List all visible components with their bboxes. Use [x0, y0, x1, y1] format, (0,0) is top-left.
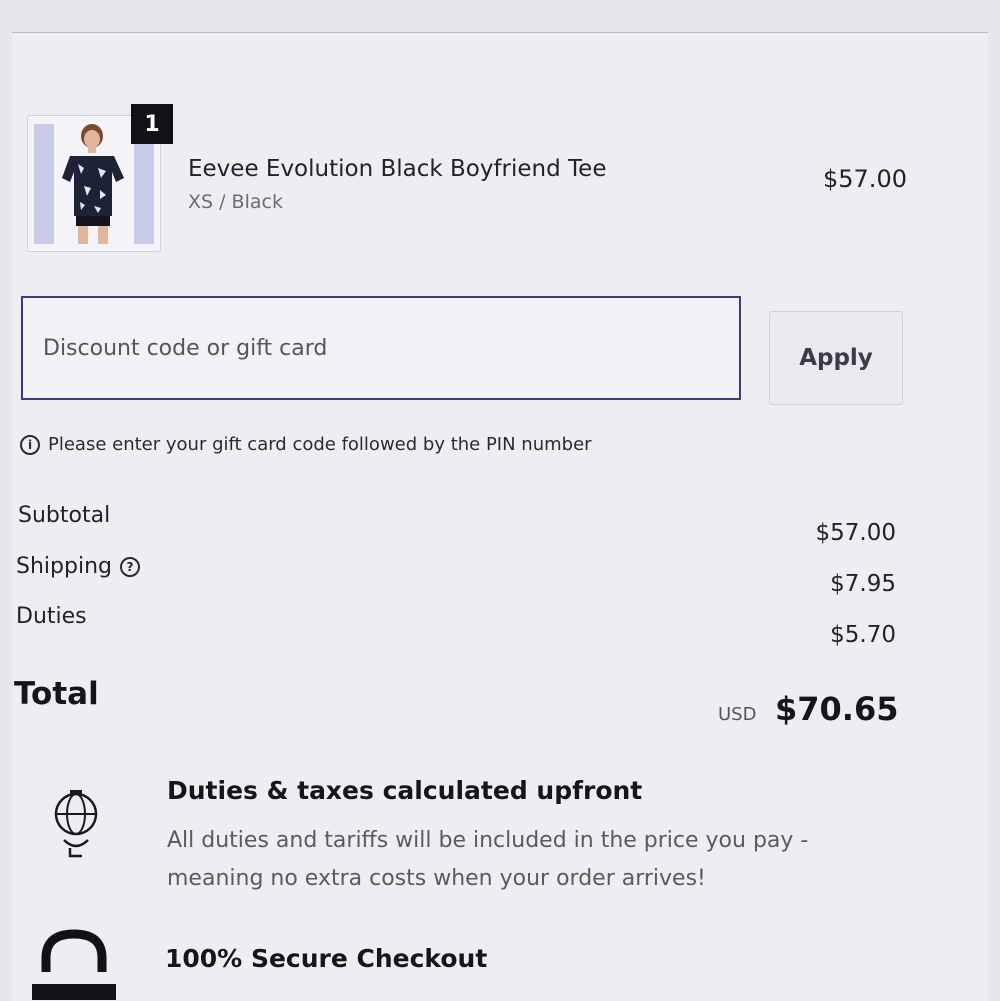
info-icon: i [20, 434, 40, 455]
duties-feature-title: Duties & taxes calculated upfront [167, 776, 643, 805]
duties-label: Duties [16, 604, 87, 629]
total-currency: USD [718, 704, 757, 725]
shipping-label: Shipping [16, 554, 112, 579]
shipping-value: $7.95 [830, 571, 896, 597]
duties-feature-description: All duties and tariffs will be included … [167, 828, 809, 891]
gift-card-hint-text: Please enter your gift card code followe… [48, 434, 592, 455]
quantity-badge: 1 [131, 104, 173, 144]
product-price: $57.00 [823, 165, 907, 193]
subtotal-value: $57.00 [815, 520, 896, 546]
globe-icon [54, 790, 98, 858]
shipping-row-label: Shipping ? [16, 554, 140, 579]
apply-button[interactable]: Apply [769, 311, 903, 405]
secure-feature-title: 100% Secure Checkout [165, 944, 488, 973]
product-name: Eevee Evolution Black Boyfriend Tee [188, 156, 607, 182]
help-icon[interactable]: ? [119, 556, 140, 577]
lock-icon [32, 929, 116, 1000]
duties-value: $5.70 [830, 622, 896, 648]
gift-card-hint: i Please enter your gift card code follo… [20, 434, 592, 455]
total-value: $70.65 [775, 690, 899, 728]
total-label: Total [14, 676, 99, 712]
subtotal-label: Subtotal [18, 503, 111, 528]
product-variant: XS / Black [188, 191, 283, 213]
discount-code-input[interactable] [21, 296, 741, 400]
